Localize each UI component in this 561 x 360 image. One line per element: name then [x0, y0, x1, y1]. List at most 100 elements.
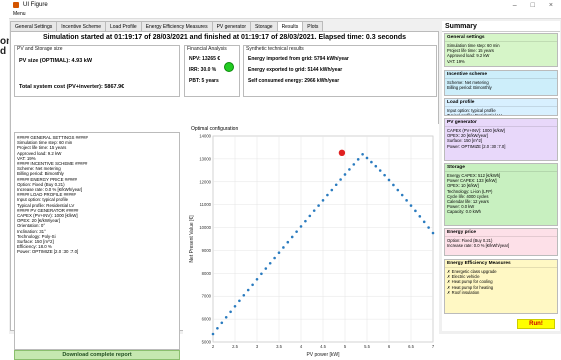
y-tick-label: 11000 [200, 202, 212, 207]
summary-section-incentive-scheme: Incentive scheme Scheme: Net metering Bil… [444, 70, 558, 96]
summary-section-title: General settings [445, 34, 557, 42]
data-point [321, 199, 325, 202]
run-button[interactable]: Run! [517, 319, 555, 329]
summary-title: Summary [442, 21, 560, 32]
download-report-button[interactable]: Download complete report [14, 350, 180, 360]
x-axis-label: PV power [kW] [306, 352, 340, 358]
data-point [290, 235, 294, 239]
data-point [422, 220, 426, 224]
data-point [427, 226, 430, 229]
data-point [356, 158, 360, 161]
y-tick-label: 7000 [202, 294, 212, 299]
data-point [409, 204, 413, 207]
summary-section-general-settings: General settings Simulation time step: 60… [444, 33, 558, 67]
data-point [216, 326, 219, 330]
financial-box: Financial Analysis NPV: 13265 € IRR: 30.… [184, 45, 240, 97]
data-point [277, 251, 281, 255]
data-point [273, 256, 276, 260]
data-point [308, 214, 312, 218]
maximize-icon[interactable]: □ [531, 2, 535, 9]
x-tick-label: 6 [388, 344, 391, 349]
data-point [242, 294, 246, 297]
title-bar: UI Figure – □ × [9, 0, 561, 10]
data-point [352, 163, 356, 166]
summary-section-body: Simulation time step: 60 min Project lif… [447, 43, 500, 64]
tab-incentive-scheme[interactable]: Incentive Scheme [56, 21, 106, 31]
app-icon [13, 2, 19, 8]
y-tick-label: 14000 [199, 134, 211, 139]
status-led-icon [224, 62, 234, 72]
summary-panel: Summary General settings Simulation time … [442, 21, 560, 331]
data-point [260, 272, 263, 276]
data-point [396, 188, 400, 192]
tab-storage[interactable]: Storage [250, 21, 278, 31]
x-tick-label: 4.5 [320, 344, 326, 349]
x-tick-label: 2.5 [232, 344, 238, 349]
y-tick-label: 9000 [202, 248, 212, 253]
pv-size-text: PV size (OPTIMAL): 4.93 kW [19, 58, 93, 64]
data-point [387, 178, 391, 182]
data-point [339, 178, 342, 181]
financial-title: Financial Analysis [187, 46, 227, 52]
x-tick-label: 6.5 [408, 344, 414, 349]
optimal-configuration-panel: Optimal configuration 5000 6000 7000 8000 90… [183, 124, 439, 360]
x-tick-label: 5.5 [364, 344, 370, 349]
data-point [414, 209, 417, 213]
close-icon[interactable]: × [549, 2, 553, 9]
data-point [370, 160, 373, 164]
summary-section-body: Input option: typical profile Typical pr… [447, 108, 502, 116]
pbt-text: PBT: 5 years [189, 78, 219, 84]
y-tick-label: 10000 [199, 225, 211, 230]
data-point [220, 321, 224, 325]
data-point [268, 261, 272, 265]
background-text-2: d [0, 46, 7, 57]
simulation-headline: Simulation started at 01:19:17 of 28/03/… [43, 34, 406, 41]
app-window: UI Figure – □ × Menu General Settings In… [9, 0, 561, 360]
tab-plots[interactable]: Plots [302, 21, 324, 31]
technical-title: Synthetic technical results [246, 46, 304, 52]
menu-bar: Menu [9, 10, 561, 19]
data-point [330, 188, 334, 192]
data-point [418, 215, 422, 218]
simulation-log[interactable]: ##### GENERAL SETTINGS ##### Simulation … [14, 132, 180, 350]
data-point [233, 304, 237, 308]
tab-load-profile[interactable]: Load Profile [105, 21, 142, 31]
y-tick-label: 5000 [202, 340, 212, 345]
total-cost-text: Total system cost (PV+inverter): 5867.9€ [19, 84, 125, 90]
menu-item[interactable]: Menu [13, 11, 26, 17]
summary-section-title: Incentive scheme [445, 71, 557, 79]
data-point [405, 199, 408, 202]
npv-text: NPV: 13265 € [189, 56, 221, 62]
minimize-icon[interactable]: – [513, 2, 517, 9]
tab-general-settings[interactable]: General Settings [10, 21, 58, 31]
summary-section-title: Storage [445, 164, 557, 172]
summary-section-body: Option: Fixed (Buy 0.21) Increase rate: … [447, 238, 510, 249]
summary-section-body: ✗ Energetic class upgrade ✗ Electric veh… [447, 269, 497, 295]
data-point [431, 231, 435, 235]
data-point [255, 277, 259, 281]
x-tick-label: 3 [256, 344, 259, 349]
y-tick-label: 8000 [202, 271, 212, 276]
y-tick-label: 13000 [199, 156, 211, 161]
tab-pv-generator[interactable]: PV generator [211, 21, 252, 31]
data-point [326, 193, 329, 197]
x-tick-label: 3.5 [276, 344, 282, 349]
data-point [238, 299, 241, 303]
data-point [264, 267, 268, 270]
summary-section-pv-generator: PV generator CAPEX (PV+INV): 1000 [€/kW] … [444, 118, 558, 161]
pv-storage-box: PV and Storage size PV size (OPTIMAL): 4… [14, 45, 180, 97]
data-point [246, 288, 250, 292]
tab-energy-efficiency[interactable]: Energy Efficiency Measures [140, 21, 213, 31]
technical-box: Synthetic technical results Energy impor… [243, 45, 437, 97]
summary-section-body: Energy CAPEX: 512 [€/kWh] Power CAPEX: 1… [447, 173, 501, 215]
data-point [229, 310, 232, 314]
summary-section-title: Energy price [445, 229, 557, 237]
x-tick-label: 4 [300, 344, 303, 349]
summary-section-energy-price: Energy price Option: Fixed (Buy 0.21) Inc… [444, 228, 558, 256]
data-point [224, 315, 228, 319]
x-tick-label: 5 [344, 344, 347, 349]
summary-section-body: CAPEX (PV+INV): 1000 [€/kW] OPEX: 20 [€/… [447, 128, 506, 149]
data-point [317, 204, 320, 207]
pv-storage-title: PV and Storage size [17, 46, 63, 52]
energy-imported-text: Energy imported from grid: 5794 kWh/year [248, 56, 349, 62]
